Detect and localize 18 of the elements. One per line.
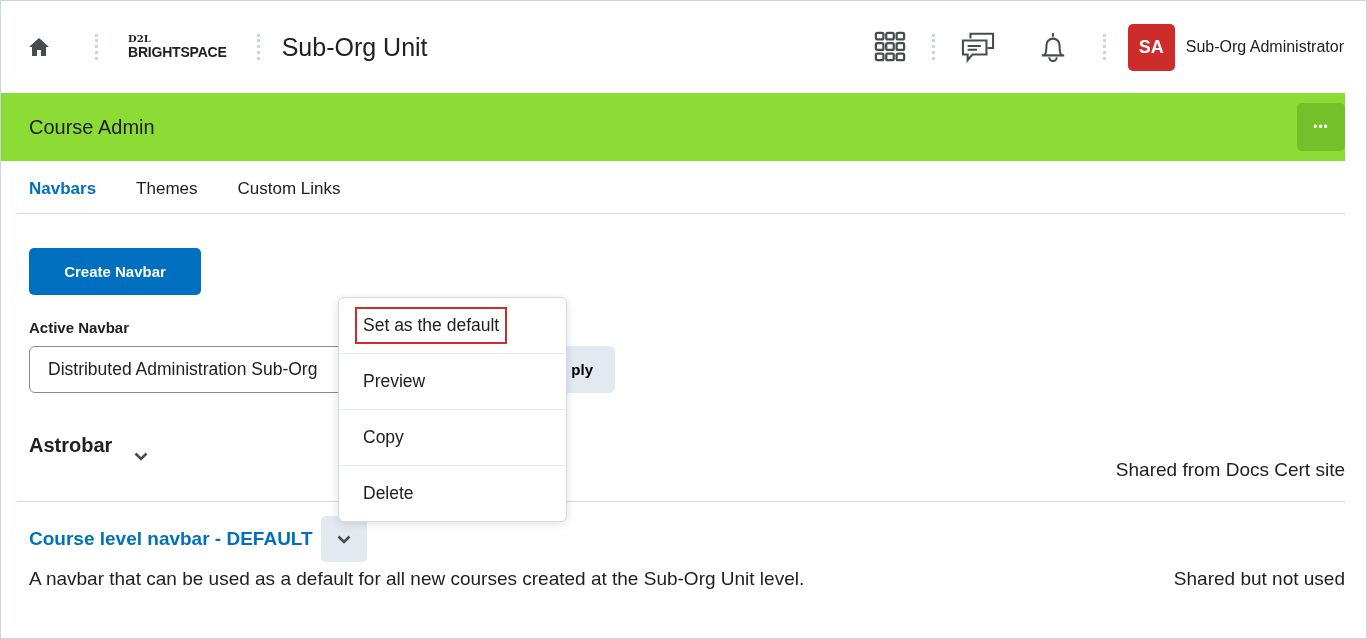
- tab[interactable]: Navbars: [29, 179, 97, 199]
- share-status: Shared from Docs Cert site: [1115, 459, 1345, 481]
- tab[interactable]: Custom Links: [237, 179, 341, 199]
- user-name[interactable]: Sub-Org Administrator: [1185, 38, 1344, 56]
- menu-item[interactable]: Delete: [355, 475, 422, 512]
- avatar[interactable]: SA: [1127, 23, 1175, 71]
- create-navbar-button[interactable]: Create Navbar: [29, 248, 201, 295]
- share-status: Shared but not used: [1173, 568, 1345, 590]
- org-title: Sub-Org Unit: [281, 32, 428, 62]
- section-title: Astrobar: [29, 434, 113, 457]
- section-description: A navbar that can be used as a default for all new courses created at the Sub-Org Unit level.: [29, 568, 805, 590]
- section-title[interactable]: Course level navbar - DEFAULT: [29, 528, 313, 550]
- tab[interactable]: Themes: [136, 179, 198, 199]
- menu-item[interactable]: Copy: [355, 419, 412, 456]
- logo[interactable]: D2L BRIGHTSPACE: [128, 34, 227, 60]
- field-label: Active Navbar: [29, 319, 130, 336]
- banner-title: Course Admin: [29, 115, 156, 139]
- menu-item[interactable]: Set as the default: [355, 307, 508, 344]
